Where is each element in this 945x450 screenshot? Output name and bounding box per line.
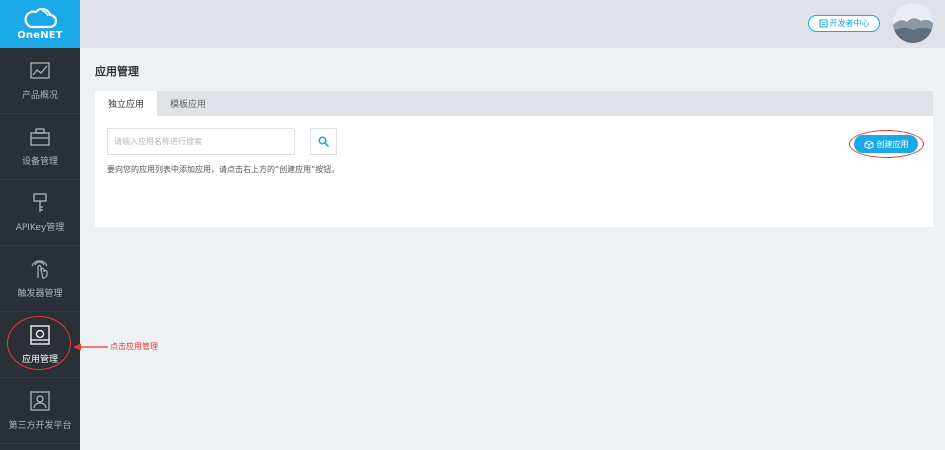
logo-text: OneNET	[17, 30, 63, 41]
search-button[interactable]	[310, 128, 337, 155]
app-management-highlight-circle	[7, 316, 71, 370]
cloud-logo-icon	[24, 7, 57, 29]
onenet-logo[interactable]: OneNET	[0, 0, 80, 48]
create-button-highlight-circle	[849, 130, 924, 158]
sidebar-item-apikey-management[interactable]: APIKey管理	[0, 180, 80, 246]
tab-template-apps[interactable]: 模板应用	[157, 91, 219, 116]
document-icon	[819, 19, 827, 28]
search-input[interactable]	[107, 128, 295, 155]
sidebar-item-label: 产品概况	[21, 91, 58, 101]
sidebar-item-device-management[interactable]: 设备管理	[0, 114, 80, 180]
sidebar-item-label: APIKey管理	[15, 223, 65, 233]
app-list-panel: 创建应用 要向您的应用列表中添加应用，请点击右上方的“创建应用”按钮。	[95, 116, 933, 227]
annotation-arrow-icon	[73, 343, 108, 351]
avatar-image	[893, 3, 933, 43]
sidebar-item-trigger-management[interactable]: 触发器管理	[0, 246, 80, 312]
app-tabs: 独立应用 模板应用	[95, 91, 933, 116]
sidebar-item-third-party-platform[interactable]: 第三方开发平台	[0, 378, 80, 444]
sidebar-item-label: 触发器管理	[17, 289, 63, 299]
sidebar-item-label: 第三方开发平台	[8, 421, 72, 431]
hand-touch-icon	[31, 260, 48, 279]
sidebar: OneNET 产品概况 设备管理 APIKey管理 触发器管理 应用管理 第三方…	[0, 0, 80, 450]
tab-standalone-apps[interactable]: 独立应用	[95, 91, 158, 116]
empty-list-hint: 要向您的应用列表中添加应用，请点击右上方的“创建应用”按钮。	[107, 165, 340, 174]
sidebar-item-label: 设备管理	[21, 157, 58, 167]
picture-icon	[30, 391, 50, 411]
user-avatar[interactable]	[893, 3, 933, 43]
chart-line-icon	[30, 62, 50, 79]
developer-center-button[interactable]: 开发者中心	[808, 15, 880, 32]
annotation-text: 点击应用管理	[110, 342, 158, 351]
page-title: 应用管理	[95, 65, 139, 78]
search-icon	[318, 136, 329, 147]
toolbox-icon	[30, 128, 50, 146]
key-icon	[33, 193, 47, 212]
sidebar-item-product-overview[interactable]: 产品概况	[0, 48, 80, 114]
developer-center-label: 开发者中心	[829, 19, 870, 28]
top-header: 开发者中心	[80, 0, 945, 48]
